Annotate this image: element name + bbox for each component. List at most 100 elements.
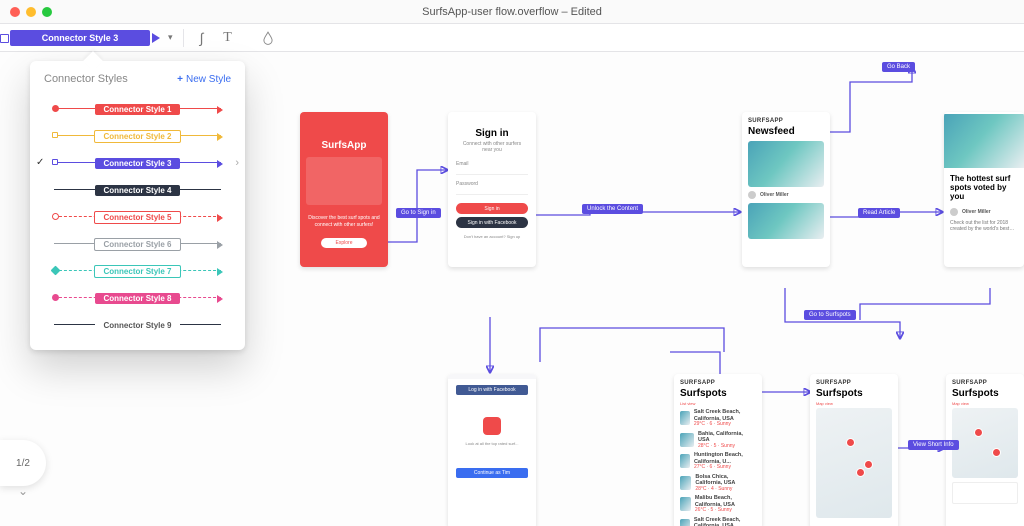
spot-row[interactable]: Malibu Beach, California, USA26°C · 5 · … xyxy=(680,495,756,514)
connector-style-option[interactable]: ✓›Connector Style 3 xyxy=(30,149,245,176)
close-icon[interactable] xyxy=(10,7,20,17)
spot-row[interactable]: Salt Creek Beach, California, USA29°C · … xyxy=(680,409,756,428)
chevron-down-icon: ▾ xyxy=(168,32,173,43)
map-pin-icon[interactable] xyxy=(846,438,855,447)
water-drop-icon[interactable] xyxy=(260,30,276,46)
new-style-button[interactable]: New Style xyxy=(177,74,231,85)
view-mode[interactable]: Map view xyxy=(816,401,892,406)
connector-style-option[interactable]: Connector Style 1 xyxy=(30,95,245,122)
connector-style-option[interactable]: Connector Style 5 xyxy=(30,203,245,230)
view-mode[interactable]: List view xyxy=(680,401,756,406)
spot-row[interactable]: Salt Creek Beach, California, USA29°C · … xyxy=(680,517,756,526)
signin-facebook-button[interactable]: Sign in with Facebook xyxy=(456,217,528,228)
signup-link[interactable]: Don't have an account? Sign up xyxy=(448,234,536,239)
style-label: Connector Style 9 xyxy=(95,320,179,331)
connector-style-option[interactable]: Connector Style 9 xyxy=(30,311,245,338)
spot-thumb xyxy=(680,497,691,511)
spot-row[interactable]: Huntington Beach, California, U...27°C ·… xyxy=(680,452,756,471)
page-label: 1/2 xyxy=(16,458,30,469)
spot-meta: Salt Creek Beach, California, USA29°C · … xyxy=(694,409,756,428)
window-titlebar: SurfsApp-user flow.overflow – Edited xyxy=(0,0,1024,24)
explore-button[interactable]: Explore xyxy=(321,238,367,248)
popover-title: Connector Styles xyxy=(44,73,128,85)
spot-meta: Bahia, California, USA28°C · 5 · Sunny xyxy=(698,431,756,450)
author-row: Oliver Miller xyxy=(950,208,1018,216)
map-pin-icon[interactable] xyxy=(974,428,983,437)
spot-thumb xyxy=(680,411,690,425)
chevron-down-icon[interactable]: ⌄ xyxy=(18,484,28,498)
screen-article[interactable]: Single Article The hottest surf spots vo… xyxy=(944,112,1024,267)
article-hero xyxy=(748,141,824,187)
signin-subtitle: Connect with other surfers near you xyxy=(448,139,536,155)
connector-label[interactable]: Go Back xyxy=(882,62,915,72)
minimize-icon[interactable] xyxy=(26,7,36,17)
style-label: Connector Style 6 xyxy=(94,238,180,251)
map-pin-icon[interactable] xyxy=(864,460,873,469)
continue-button[interactable]: Continue as Tim xyxy=(456,468,528,478)
password-field[interactable]: Password xyxy=(456,181,528,195)
spot-thumb xyxy=(680,476,691,490)
connector-label[interactable]: Go to Surfspots xyxy=(804,310,856,320)
style-label: Connector Style 1 xyxy=(95,104,179,115)
map-view[interactable] xyxy=(952,408,1018,478)
welcome-copy: Discover the best surf spots and connect… xyxy=(300,211,388,232)
screen-welcome[interactable]: Welcome Screen SurfsApp Discover the bes… xyxy=(300,112,388,267)
connector-label[interactable]: Go to Sign in xyxy=(396,208,441,218)
signin-title: Sign in xyxy=(448,112,536,139)
page-indicator[interactable]: 1/2 xyxy=(0,440,46,486)
spot-row[interactable]: Bahia, California, USA28°C · 5 · Sunny xyxy=(680,431,756,450)
app-icon xyxy=(483,417,501,435)
email-field[interactable]: Email xyxy=(456,161,528,175)
spot-meta: Salt Creek Beach, California, USA29°C · … xyxy=(694,517,756,526)
article-hero xyxy=(944,114,1024,168)
map-pin-icon[interactable] xyxy=(992,448,1001,457)
screen-surfspots-map[interactable]: Surfspots - Map SURFSAPP Surfspots Map v… xyxy=(810,374,898,526)
curve-tool-icon[interactable]: ∫ xyxy=(194,30,210,46)
spot-card[interactable] xyxy=(952,482,1018,504)
section-title: Surfspots xyxy=(674,388,762,401)
screen-spot-short[interactable]: Spot - Short info SURFSAPP Surfspots Map… xyxy=(946,374,1024,526)
spot-thumb xyxy=(680,433,694,447)
connector-style-current: Connector Style 3 xyxy=(10,30,150,46)
style-label: Connector Style 5 xyxy=(94,211,180,224)
connector-style-option[interactable]: Connector Style 6 xyxy=(30,230,245,257)
connector-style-dropdown[interactable]: Connector Style 3 ▾ xyxy=(10,30,173,46)
connector-style-option[interactable]: Connector Style 7 xyxy=(30,257,245,284)
section-title: Surfspots xyxy=(946,388,1024,401)
article-title: The hottest surf spots voted by you xyxy=(944,170,1024,204)
brand-header: SURFSAPP xyxy=(742,112,830,126)
connector-label[interactable]: Unlock the Content xyxy=(582,204,643,214)
brand-header: SURFSAPP xyxy=(946,374,1024,388)
section-title: Surfspots xyxy=(810,388,898,401)
fb-permission-text: Look at all the top rated surf... xyxy=(448,441,536,446)
screen-newsfeed[interactable]: List of Articles. SURFSAPP Newsfeed Oliv… xyxy=(742,112,830,267)
chevron-right-icon: › xyxy=(235,157,239,169)
text-tool-icon[interactable]: T xyxy=(220,30,236,46)
brand-header: SURFSAPP xyxy=(810,374,898,388)
signin-button[interactable]: Sign in xyxy=(456,203,528,214)
spot-row[interactable]: Bolsa Chica, California, USA28°C · 4 · S… xyxy=(680,474,756,493)
screen-signin[interactable]: Sign in Sign in Connect with other surfe… xyxy=(448,112,536,267)
map-pin-icon[interactable] xyxy=(856,468,865,477)
spot-meta: Huntington Beach, California, U...27°C ·… xyxy=(694,452,756,471)
connector-label[interactable]: View Short Info xyxy=(908,440,959,450)
style-label: Connector Style 2 xyxy=(94,130,180,143)
fb-login-button[interactable]: Log in with Facebook xyxy=(456,385,528,395)
maximize-icon[interactable] xyxy=(42,7,52,17)
connector-style-option[interactable]: Connector Style 4 xyxy=(30,176,245,203)
map-view[interactable] xyxy=(816,408,892,518)
view-mode[interactable]: Map view xyxy=(952,401,1018,406)
connector-label[interactable]: Read Article xyxy=(858,208,900,218)
connector-style-option[interactable]: Connector Style 2 xyxy=(30,122,245,149)
style-label: Connector Style 4 xyxy=(95,185,179,196)
spot-thumb xyxy=(680,519,690,526)
screen-fb-signin[interactable]: Sign in with Facebook Log in with Facebo… xyxy=(448,374,536,526)
article-body: Check out the list for 2018 created by t… xyxy=(944,220,1024,232)
screen-surfspots-list[interactable]: Surfspots - List SURFSAPP Surfspots List… xyxy=(674,374,762,526)
hero-illustration xyxy=(306,157,382,205)
connector-style-option[interactable]: Connector Style 8 xyxy=(30,284,245,311)
author-row: Oliver Miller xyxy=(748,191,824,199)
avatar-icon xyxy=(748,191,756,199)
brand-header: SURFSAPP xyxy=(674,374,762,388)
style-label: Connector Style 3 xyxy=(95,158,179,169)
